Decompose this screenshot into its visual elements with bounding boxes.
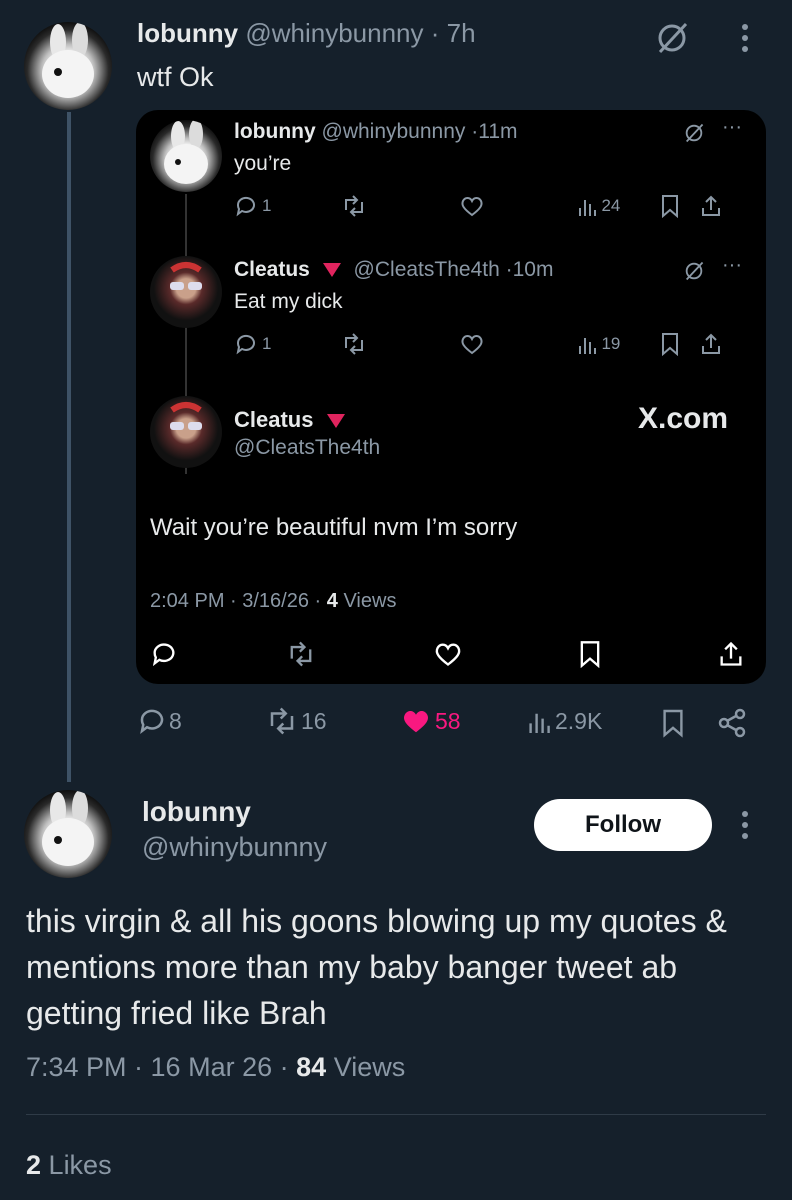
grok-icon[interactable] [654,20,690,56]
quoted-image-card[interactable]: lobunny @whinybunnny ·11m ··· you’re 1 2… [136,110,766,684]
views-count: 2.9K [555,707,603,734]
views-label: Views [333,1052,406,1082]
share-icon [700,194,722,218]
author-name: Cleatus [234,258,310,281]
reply-actions: 1 24 [234,194,754,218]
bookmark-icon [660,194,680,218]
red-triangle-icon [326,413,346,429]
retweet-icon [341,194,367,218]
timestamp-row: 7:34 PM · 16 Mar 26 · 84 Views [26,1052,405,1083]
reply-text: you’re [234,152,292,175]
author-name-row: Cleatus [234,407,346,433]
bookmark-icon[interactable] [661,708,685,738]
share-icon [700,332,722,356]
like-icon [459,332,485,356]
grok-icon [683,260,705,282]
like-filled-icon [399,706,433,736]
more-options-icon[interactable] [740,809,750,841]
author-handle: @CleatsThe4th [234,436,381,459]
author-name: lobunny [234,120,316,143]
quoted-actions [150,640,750,670]
reply-icon [137,706,167,736]
likes-label: Likes [48,1150,112,1180]
thread-line [67,112,71,782]
reply-button[interactable]: 8 [137,706,182,736]
bunny-avatar-icon [42,22,94,98]
retweet-button[interactable]: 16 [265,706,327,736]
more-options-icon: ··· [722,116,742,138]
author-handle[interactable]: @whinybunnny [245,18,423,48]
avatar [150,120,222,192]
author-handle[interactable]: @whinybunnny [142,832,327,863]
timestamp: 2:04 PM · 3/16/26 · [150,590,322,612]
quoted-tweet-text: Wait you’re beautiful nvm I’m sorry [150,514,518,541]
views-label: Views [343,590,397,612]
timestamp[interactable]: 7:34 PM · 16 Mar 26 · [26,1052,289,1082]
retweet-icon [341,332,367,356]
divider [26,1114,766,1115]
reply-count: 8 [169,707,182,734]
red-triangle-icon [322,262,342,278]
views-count: 24 [601,196,621,215]
avatar [150,396,222,468]
author-handle: @CleatsThe4th [353,258,500,281]
more-options-icon: ··· [722,254,742,276]
cleatus-avatar-icon [170,262,202,290]
reply-count: 1 [262,334,272,353]
bunny-avatar-icon [42,790,94,866]
reply-header: lobunny @whinybunnny ·11m [234,120,518,144]
quoted-timestamp-row: 2:04 PM · 3/16/26 · 4 Views [150,590,396,613]
reply-icon [234,332,258,356]
like-icon [432,640,464,668]
author-name: Cleatus [234,407,314,432]
tweet-time[interactable]: · 7h [431,18,476,48]
tweet-text: wtf Ok [137,62,214,92]
x-com-watermark: X.com [638,402,729,435]
likes-count: 2 [26,1150,42,1180]
retweet-count: 16 [301,707,327,734]
more-options-icon[interactable] [740,22,750,54]
views-icon [577,332,597,356]
share-icon [718,640,744,668]
reply-actions: 1 19 [234,332,754,356]
author-handle: @whinybunnny [321,120,466,143]
follow-button[interactable]: Follow [534,799,712,851]
reply-count: 1 [262,196,272,215]
views-count: 19 [601,334,621,353]
bookmark-icon [660,332,680,356]
tweet-header: lobunny @whinybunnny · 7h [137,18,476,49]
reply-header: Cleatus @CleatsThe4th ·10m [234,258,553,282]
cleatus-avatar-icon [170,402,202,430]
avatar [150,256,222,328]
share-icon[interactable] [717,708,747,738]
bunny-avatar-icon [164,120,208,184]
likes-summary[interactable]: 2 Likes [26,1150,112,1181]
reply-icon [234,194,258,218]
reply-text: Eat my dick [234,290,343,313]
author-name[interactable]: lobunny [142,796,251,828]
retweet-icon [265,706,299,736]
grok-icon [683,122,705,144]
tweet-time: ·11m [471,120,518,143]
bookmark-icon [578,640,602,668]
tweet-time: ·10m [505,258,554,281]
tweet-text: this virgin & all his goons blowing up m… [26,903,727,1031]
like-icon [459,194,485,218]
avatar[interactable] [24,22,112,110]
views-icon [577,194,597,218]
views-button[interactable]: 2.9K [527,706,602,736]
views-icon [527,706,551,736]
views-count: 84 [296,1052,327,1082]
views-count: 4 [326,590,338,612]
retweet-icon [286,640,316,668]
avatar[interactable] [24,790,112,878]
tweet-actions: 8 16 58 2.9K [137,706,757,742]
like-button[interactable]: 58 [399,706,461,736]
reply-icon [150,640,178,668]
author-name[interactable]: lobunny [137,18,238,48]
like-count: 58 [435,707,461,734]
